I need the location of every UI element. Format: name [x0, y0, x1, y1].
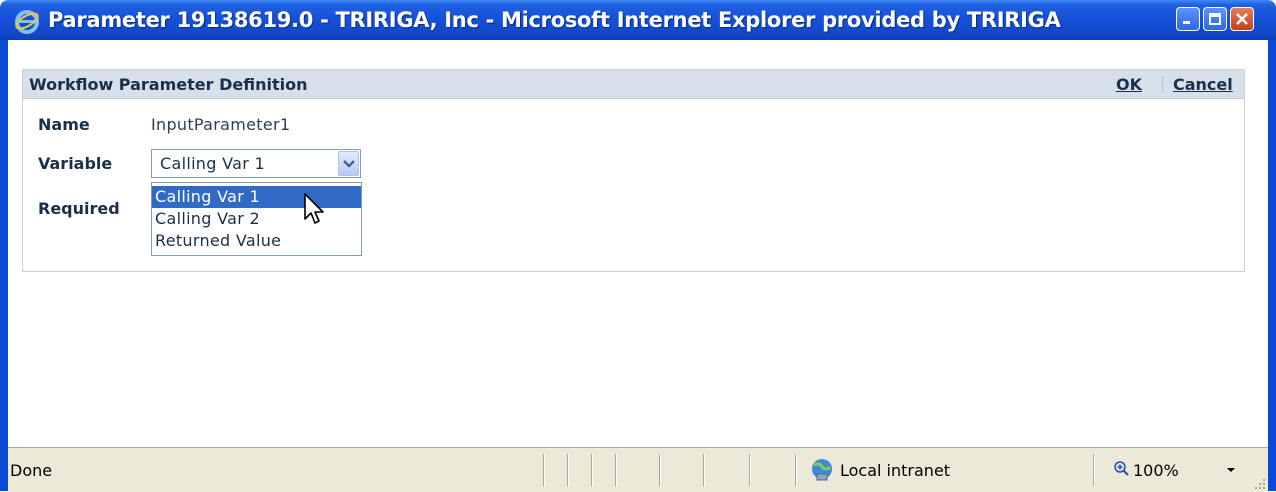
ie-icon — [15, 10, 39, 34]
variable-label: Variable — [38, 154, 113, 173]
variable-select-value: Calling Var 1 — [160, 154, 265, 173]
maximize-button[interactable] — [1203, 7, 1227, 31]
zoom-dropdown-icon[interactable] — [1226, 467, 1236, 473]
zoom-icon[interactable] — [1113, 460, 1129, 476]
option-calling-var-2[interactable]: Calling Var 2 — [152, 208, 361, 230]
chevron-down-icon — [343, 160, 355, 168]
maximize-icon — [1209, 13, 1221, 25]
status-divider — [659, 454, 660, 486]
minimize-icon — [1183, 21, 1190, 24]
window-title: Parameter 19138619.0 - TRIRIGA, Inc - Mi… — [48, 8, 1061, 32]
security-zone-text: Local intranet — [840, 461, 951, 480]
resize-grip-icon[interactable] — [1254, 478, 1266, 490]
browser-window: Parameter 19138619.0 - TRIRIGA, Inc - Mi… — [0, 0, 1276, 492]
required-label: Required — [38, 199, 120, 218]
status-divider — [749, 454, 750, 486]
variable-select[interactable]: Calling Var 1 — [151, 149, 361, 178]
status-divider — [591, 454, 592, 486]
status-text: Done — [10, 461, 53, 480]
status-divider — [795, 454, 796, 486]
intranet-zone-icon — [812, 459, 832, 481]
title-bar[interactable]: Parameter 19138619.0 - TRIRIGA, Inc - Mi… — [0, 0, 1276, 40]
option-returned-value[interactable]: Returned Value — [152, 230, 361, 252]
status-divider — [543, 454, 544, 486]
status-divider — [703, 454, 704, 486]
dropdown-button[interactable] — [338, 151, 359, 176]
status-divider — [615, 454, 616, 486]
option-calling-var-1[interactable]: Calling Var 1 — [152, 186, 361, 208]
name-label: Name — [38, 115, 90, 134]
status-bar: Done Local intranet 100% — [8, 447, 1268, 492]
zoom-level[interactable]: 100% — [1133, 461, 1179, 480]
panel-title: Workflow Parameter Definition — [29, 75, 308, 94]
status-divider — [567, 454, 568, 486]
status-divider — [1093, 454, 1094, 486]
name-value: InputParameter1 — [151, 115, 291, 134]
close-button[interactable] — [1230, 7, 1254, 31]
link-separator — [1162, 76, 1163, 93]
ok-link[interactable]: OK — [1116, 75, 1142, 94]
close-icon — [1236, 13, 1248, 25]
cancel-link[interactable]: Cancel — [1173, 75, 1233, 94]
mouse-pointer-icon — [304, 193, 324, 224]
variable-dropdown-list: Calling Var 1 Calling Var 2 Returned Val… — [151, 182, 362, 256]
window-frame-left — [0, 40, 8, 491]
panel-header: Workflow Parameter Definition OK Cancel — [23, 70, 1244, 99]
minimize-button[interactable] — [1176, 7, 1200, 31]
window-frame-right — [1268, 40, 1276, 491]
